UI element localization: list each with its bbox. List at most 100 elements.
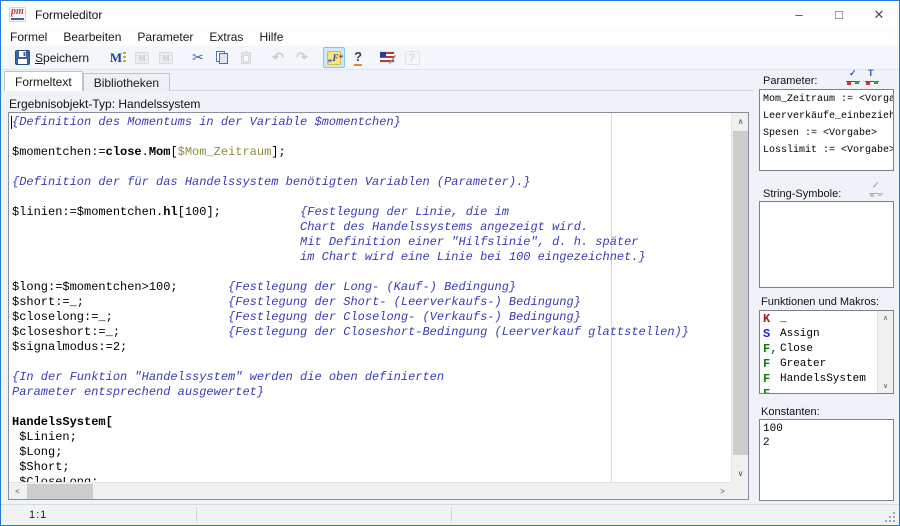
scroll-left-arrow[interactable]: < bbox=[9, 483, 26, 500]
editor-vertical-scrollbar[interactable]: ∧ ∨ bbox=[731, 113, 748, 482]
clipboard-icon bbox=[239, 50, 253, 65]
function-type-icon: K bbox=[763, 312, 780, 326]
save-icon bbox=[15, 50, 30, 65]
minimize-button[interactable]: – bbox=[779, 1, 819, 28]
function-item[interactable]: K_ bbox=[760, 311, 893, 326]
tab-formeltext[interactable]: Formeltext bbox=[4, 71, 83, 91]
code-line: {Definition der für das Handelssystem be… bbox=[12, 175, 689, 190]
functions-panel-label: Funktionen und Makros: bbox=[761, 296, 879, 308]
tab-strip: FormeltextBibliotheken bbox=[4, 71, 753, 91]
function-item[interactable]: SAssign bbox=[760, 326, 893, 341]
code-line: $Linien; bbox=[12, 430, 689, 445]
string-symbols-list[interactable] bbox=[759, 201, 894, 288]
result-type-label: Ergebnisobjekt-Typ: Handelssystem bbox=[9, 97, 200, 111]
parameter-item[interactable]: Leerverkäufe_einbeziehen := <Vorgabe> bbox=[760, 108, 893, 125]
save-button[interactable]: Speichern bbox=[11, 47, 93, 68]
functions-scroll-up-arrow[interactable]: ∧ bbox=[878, 311, 893, 325]
function-item[interactable]: F,Close bbox=[760, 341, 893, 356]
resize-grip[interactable] bbox=[884, 511, 895, 522]
status-bar: 1:1 bbox=[1, 504, 899, 525]
menu-item-formel[interactable]: Formel bbox=[2, 29, 55, 45]
tab-bibliotheken[interactable]: Bibliotheken bbox=[83, 73, 170, 91]
help-icon: ? bbox=[354, 50, 362, 66]
code-line: $signalmodus:=2; bbox=[12, 340, 689, 355]
scroll-right-arrow[interactable]: > bbox=[714, 483, 731, 500]
code-line bbox=[12, 130, 689, 145]
parameter-list[interactable]: Mom_Zeitraum := <Vorgabe>Leerverkäufe_ei… bbox=[759, 89, 894, 171]
menu-item-parameter[interactable]: Parameter bbox=[129, 29, 201, 45]
parameter-panel-label: Parameter: bbox=[763, 75, 817, 87]
constant-item[interactable]: 100 bbox=[760, 422, 893, 436]
maximize-button[interactable]: □ bbox=[819, 1, 859, 28]
flag-icon bbox=[380, 51, 396, 64]
macro-delete-button: M bbox=[155, 47, 177, 68]
function-item[interactable]: FGreater bbox=[760, 356, 893, 371]
code-line: $short:=_; {Festlegung der Short- (Leerv… bbox=[12, 295, 689, 310]
function-type-icon: F, bbox=[763, 342, 780, 356]
window-controls: – □ ✕ bbox=[779, 1, 899, 28]
parameter-item[interactable]: Losslimit := <Vorgabe> bbox=[760, 142, 893, 159]
scroll-up-arrow[interactable]: ∧ bbox=[732, 113, 749, 130]
insert-check-parameter-icon[interactable]: ✓ bbox=[846, 70, 861, 85]
parameter-item[interactable]: Mom_Zeitraum := <Vorgabe> bbox=[760, 91, 893, 108]
code-line: {Definition des Momentums in der Variabl… bbox=[12, 115, 689, 130]
code-line bbox=[12, 265, 689, 280]
function-type-icon: F bbox=[763, 372, 780, 386]
code-line bbox=[12, 160, 689, 175]
toolbar: Speichern M M M ✂ ↶ bbox=[1, 46, 899, 70]
code-line: $closeshort:=_; {Festlegung der Closesho… bbox=[12, 325, 689, 340]
insert-macro-button[interactable]: M bbox=[107, 47, 129, 68]
formula-editor: {Definition des Momentums in der Variabl… bbox=[8, 112, 749, 500]
code-editor-area[interactable]: {Definition des Momentums in der Variabl… bbox=[9, 113, 731, 482]
close-button[interactable]: ✕ bbox=[859, 1, 899, 28]
code-line: $linien:=$momentchen.hl[100]; {Festlegun… bbox=[12, 205, 689, 220]
code-line: $momentchen:=close.Mom[$Mom_Zeitraum]; bbox=[12, 145, 689, 160]
scroll-down-arrow[interactable]: ∨ bbox=[732, 465, 749, 482]
functions-scroll-down-arrow[interactable]: ∨ bbox=[878, 379, 893, 393]
code-line: $closelong:=_; {Festlegung der Closelong… bbox=[12, 310, 689, 325]
menu-item-hilfe[interactable]: Hilfe bbox=[251, 29, 291, 45]
help-bubble-button: ? bbox=[401, 47, 423, 68]
function-type-icon: F bbox=[763, 387, 780, 395]
cursor-position: 1:1 bbox=[29, 509, 47, 521]
vertical-scroll-thumb[interactable] bbox=[733, 131, 748, 455]
cut-button[interactable]: ✂ bbox=[187, 47, 209, 68]
formula-format-toggle[interactable]: „F“ bbox=[323, 47, 345, 68]
code-line: $long:=$momentchen>100; {Festlegung der … bbox=[12, 280, 689, 295]
copy-button[interactable] bbox=[211, 47, 233, 68]
function-type-icon: F bbox=[763, 357, 780, 371]
code-line bbox=[12, 400, 689, 415]
menu-bar: FormelBearbeitenParameterExtrasHilfe bbox=[1, 28, 899, 46]
undo-icon: ↶ bbox=[272, 49, 284, 66]
scrollbar-corner bbox=[731, 482, 748, 499]
menu-item-bearbeiten[interactable]: Bearbeiten bbox=[55, 29, 129, 45]
formeleditor-window: pm Formeleditor – □ ✕ FormelBearbeitenPa… bbox=[0, 0, 900, 526]
constant-item[interactable]: 2 bbox=[760, 436, 893, 450]
parameter-item[interactable]: Spesen := <Vorgabe> bbox=[760, 125, 893, 142]
horizontal-scroll-thumb[interactable] bbox=[27, 484, 93, 499]
function-name: Greater bbox=[780, 358, 826, 370]
code-line bbox=[12, 355, 689, 370]
window-title: Formeleditor bbox=[35, 8, 102, 22]
function-name: _ bbox=[780, 313, 787, 325]
menu-item-extras[interactable]: Extras bbox=[201, 29, 251, 45]
format-f-icon: „F“ bbox=[327, 51, 341, 65]
title-bar: pm Formeleditor – □ ✕ bbox=[1, 1, 899, 28]
editor-horizontal-scrollbar[interactable]: < > bbox=[9, 482, 731, 499]
code-line bbox=[12, 190, 689, 205]
statusbar-divider bbox=[451, 507, 452, 523]
translate-button[interactable] bbox=[377, 47, 399, 68]
code-line: $CloseLong; bbox=[12, 475, 689, 482]
paste-button bbox=[235, 47, 257, 68]
context-help-button[interactable]: ? bbox=[347, 47, 369, 68]
function-item[interactable]: F bbox=[760, 386, 893, 394]
code-line: im Chart wird eine Linie bei 100 eingeze… bbox=[12, 250, 689, 265]
constants-list[interactable]: 1002 bbox=[759, 419, 894, 501]
functions-list-box[interactable]: K_SAssignF,CloseFGreaterFHandelsSystemF … bbox=[759, 310, 894, 394]
insert-text-parameter-icon[interactable]: T bbox=[865, 70, 880, 85]
function-type-icon: S bbox=[763, 327, 780, 341]
help-bubble-icon: ? bbox=[405, 51, 420, 65]
functions-scrollbar[interactable]: ∧ ∨ bbox=[877, 311, 893, 393]
code-line: $Short; bbox=[12, 460, 689, 475]
function-item[interactable]: FHandelsSystem bbox=[760, 371, 893, 386]
